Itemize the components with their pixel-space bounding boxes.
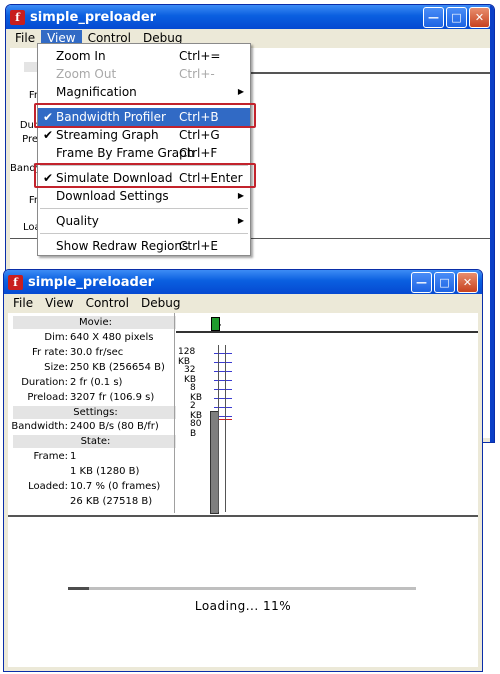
streaming-graph: · 128 KB 32 KB 8 KB 2 KB 80 B [176, 313, 478, 514]
preloader-bar-fill [68, 587, 89, 590]
bandwidth-row: Bandwidth: 2400 B/s (80 B/fr) [11, 421, 159, 432]
menu-item-zoom-in[interactable]: Zoom In Ctrl+= [38, 47, 250, 65]
timeline-ruler [176, 331, 478, 333]
loaded-row: Loaded: 10.7 % (0 frames) [28, 481, 161, 492]
preloader-bar-track [68, 587, 416, 590]
settings-header: Settings: [13, 406, 178, 419]
graph-label-2kb: 2 KB [190, 401, 203, 421]
movie-stage: Loading... 11% [8, 517, 478, 667]
highlight-box-bandwidth-profiler [34, 103, 256, 128]
close-icon[interactable]: ✕ [469, 6, 490, 28]
minimize-icon[interactable]: — [423, 6, 444, 28]
menu-debug[interactable]: Debug [135, 295, 186, 311]
loaded-size-row: 26 KB (27518 B) [70, 496, 153, 507]
loading-text: Loading... 11% [194, 599, 292, 613]
back-graph-line [248, 72, 490, 74]
frame-size-row: 1 KB (1280 B) [70, 466, 140, 477]
dim-row: Dim: 640 X 480 pixels [44, 332, 154, 343]
view-dropdown-menu: Zoom In Ctrl+= Zoom Out Ctrl+- Magnifica… [37, 43, 251, 256]
front-titlebar: f simple_preloader — □ ✕ [4, 270, 482, 294]
graph-label-32kb: 32 KB [184, 365, 197, 385]
maximize-icon[interactable]: □ [446, 6, 467, 28]
menu-item-quality[interactable]: Quality ▶ [38, 212, 250, 230]
window-title: simple_preloader [28, 274, 155, 290]
graph-label-8kb: 8 KB [190, 383, 203, 403]
menu-item-streaming-graph[interactable]: ✔ Streaming Graph Ctrl+G [38, 126, 250, 144]
menu-separator [40, 208, 248, 209]
fr-rate-row: Fr rate: 30.0 fr/sec [32, 347, 124, 358]
movie-header: Movie: [13, 316, 178, 329]
menu-view[interactable]: View [39, 295, 79, 311]
preload-row: Preload: 3207 fr (106.9 s) [27, 392, 155, 403]
duration-row: Duration: 2 fr (0.1 s) [21, 377, 123, 388]
back-window-title: simple_preloader [30, 9, 157, 25]
menu-file[interactable]: File [7, 295, 39, 311]
frame-row: Frame: 1 [33, 451, 77, 462]
back-label-pre: Pre [22, 134, 38, 145]
highlight-box-simulate-download [34, 163, 256, 188]
submenu-arrow-icon: ▶ [237, 87, 244, 96]
profiler-panel: Movie: Dim: 640 X 480 pixels Fr rate: 30… [8, 313, 478, 515]
menu-item-magnification[interactable]: Magnification ▶ [38, 83, 250, 101]
close-icon[interactable]: ✕ [457, 271, 478, 293]
menu-item-show-redraw-regions[interactable]: Show Redraw Regions Ctrl+E [38, 237, 250, 255]
graph-label-80b: 80 B [190, 419, 202, 439]
menu-control[interactable]: Control [80, 295, 135, 311]
size-row: Size: 250 KB (256654 B) [44, 362, 165, 373]
graph-label-128kb: 128 KB [178, 347, 196, 367]
submenu-arrow-icon: ▶ [237, 191, 244, 200]
menu-separator [40, 233, 248, 234]
back-titlebar: f simple_preloader — □ ✕ [6, 5, 494, 29]
state-header: State: [13, 435, 178, 448]
flash-app-icon: f [10, 9, 25, 25]
submenu-arrow-icon: ▶ [237, 216, 244, 225]
menu-item-zoom-out: Zoom Out Ctrl+- [56, 67, 215, 81]
front-window: f simple_preloader — □ ✕ File View Contr… [3, 269, 483, 672]
menu-item-download-settings[interactable]: Download Settings ▶ [38, 187, 250, 205]
menubar: File View Control Debug [4, 294, 482, 312]
checkmark-icon: ✔ [43, 128, 54, 142]
menu-item-frame-by-frame-graph[interactable]: Frame By Frame Graph Ctrl+F [38, 144, 250, 162]
flash-app-icon: f [8, 274, 23, 290]
minimize-icon[interactable]: — [411, 271, 432, 293]
maximize-icon[interactable]: □ [434, 271, 455, 293]
